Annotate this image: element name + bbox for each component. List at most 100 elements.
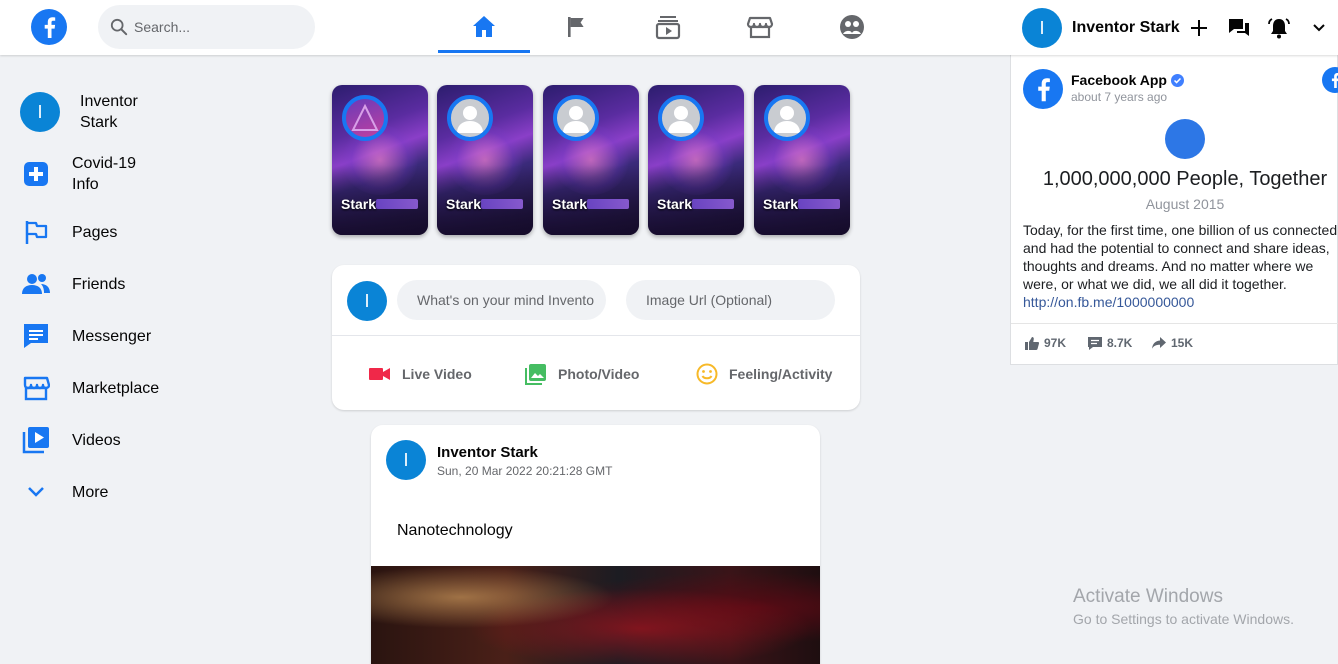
story-card[interactable]: Stark — [543, 85, 639, 235]
user-placeholder-icon — [563, 106, 589, 133]
bell-icon — [1268, 18, 1290, 39]
like-count[interactable]: 97K — [1025, 336, 1066, 350]
sidebar-item-covid-label2: Info — [72, 176, 99, 193]
sidebar-item-covid[interactable]: Covid-19 Info — [20, 153, 136, 195]
like-count-text: 97K — [1044, 336, 1067, 350]
story-avatar — [553, 95, 599, 141]
comment-count-text: 8.7K — [1107, 336, 1133, 350]
comment-count[interactable]: 8.7K — [1088, 336, 1132, 350]
sidebar-item-friends[interactable]: Friends — [20, 268, 125, 300]
chevron-down-icon — [20, 476, 52, 508]
milestone-dot — [1165, 119, 1205, 159]
story-avatar — [447, 95, 493, 141]
share-count-text: 15K — [1171, 336, 1194, 350]
photo-icon — [524, 362, 548, 386]
messenger-icon — [20, 320, 52, 352]
story-card[interactable]: Stark — [332, 85, 428, 235]
smiley-icon — [695, 362, 719, 386]
feeling-activity-label: Feeling/Activity — [729, 366, 833, 382]
story-card[interactable]: Stark — [437, 85, 533, 235]
verified-badge-icon — [1170, 73, 1184, 87]
video-icon — [20, 424, 52, 456]
facebook-logo-icon[interactable] — [1322, 67, 1338, 93]
story-name: Stark — [657, 196, 693, 212]
notifications-button[interactable] — [1265, 14, 1293, 42]
sidebar-item-messenger-label: Messenger — [72, 327, 152, 345]
embedded-body-text: Today, for the first time, one billion o… — [1023, 222, 1338, 292]
sidebar-profile-name-line2: Stark — [80, 114, 118, 131]
search-box[interactable] — [98, 5, 315, 49]
active-tab-indicator — [438, 50, 530, 53]
sidebar-item-marketplace-label: Marketplace — [72, 379, 160, 397]
sidebar-item-covid-label1: Covid-19 — [72, 155, 137, 172]
create-post-card: I Live Video Photo/Video Feeling/Activit… — [332, 265, 860, 410]
sidebar-item-friends-label: Friends — [72, 275, 126, 293]
search-icon — [110, 18, 128, 36]
video-camera-icon — [368, 362, 392, 386]
photo-video-button[interactable]: Photo/Video — [524, 362, 639, 386]
live-video-label: Live Video — [402, 366, 472, 382]
sidebar-item-videos-label: Videos — [72, 431, 121, 449]
story-name: Stark — [341, 196, 377, 212]
chat-icon — [1229, 19, 1249, 36]
watch-icon — [655, 16, 681, 40]
embedded-body: Today, for the first time, one billion o… — [1023, 221, 1338, 311]
post-text-input[interactable] — [397, 280, 606, 320]
account-menu-button[interactable] — [1305, 14, 1333, 42]
sidebar-profile-name: Inventor Stark — [80, 91, 138, 133]
nav-watch-tab[interactable] — [651, 10, 685, 44]
post-text: Nanotechnology — [397, 522, 513, 539]
sidebar-item-more-label: More — [72, 483, 109, 501]
nav-pages-tab[interactable] — [559, 10, 593, 44]
live-video-button[interactable]: Live Video — [368, 362, 472, 386]
nav-home-tab[interactable] — [467, 10, 501, 44]
photo-video-label: Photo/Video — [558, 366, 640, 382]
thumbs-up-icon — [1025, 336, 1039, 350]
nav-groups-tab[interactable] — [835, 10, 869, 44]
facebook-logo-icon[interactable] — [1023, 69, 1063, 109]
embedded-date: August 2015 — [1145, 196, 1225, 212]
sidebar-item-pages[interactable]: Pages — [20, 216, 117, 248]
flag-icon — [568, 17, 584, 37]
embedded-page-name[interactable]: Facebook App — [1071, 72, 1184, 88]
sidebar-item-more[interactable]: More — [20, 476, 108, 508]
image-url-input[interactable] — [626, 280, 835, 320]
sidebar-profile[interactable]: I Inventor Stark — [20, 91, 138, 133]
share-icon — [1152, 337, 1166, 349]
sidebar-item-pages-label: Pages — [72, 223, 118, 241]
right-panel-embedded-post: Facebook App about 7 years ago 1,000,000… — [1010, 55, 1338, 365]
activate-windows-subtitle: Go to Settings to activate Windows. — [1073, 611, 1294, 627]
chevron-down-icon — [1313, 24, 1325, 32]
header-avatar[interactable]: I — [1022, 8, 1062, 48]
feeling-activity-button[interactable]: Feeling/Activity — [695, 362, 832, 386]
create-post-divider — [332, 335, 860, 336]
store-icon — [746, 16, 774, 39]
header-user-name[interactable]: Inventor Stark — [1072, 19, 1180, 37]
embedded-link[interactable]: http://on.fb.me/1000000000 — [1023, 294, 1194, 310]
share-count[interactable]: 15K — [1152, 336, 1193, 350]
facebook-logo-icon[interactable] — [31, 9, 67, 45]
post-image[interactable] — [371, 566, 820, 664]
post-author-name[interactable]: Inventor Stark — [437, 444, 538, 461]
story-avatar — [658, 95, 704, 141]
flag-icon — [20, 216, 52, 248]
plus-square-icon — [20, 158, 52, 190]
sidebar-item-videos[interactable]: Videos — [20, 424, 121, 456]
nav-marketplace-tab[interactable] — [743, 10, 777, 44]
story-card[interactable]: Stark — [648, 85, 744, 235]
post-timestamp: Sun, 20 Mar 2022 20:21:28 GMT — [437, 464, 613, 478]
search-input[interactable] — [134, 19, 304, 35]
sidebar-item-messenger[interactable]: Messenger — [20, 320, 151, 352]
sidebar-item-marketplace[interactable]: Marketplace — [20, 372, 159, 404]
embedded-post-time[interactable]: about 7 years ago — [1071, 90, 1167, 104]
post-author-avatar[interactable]: I — [386, 440, 426, 480]
user-placeholder-icon — [668, 106, 694, 133]
user-placeholder-icon — [457, 106, 483, 133]
user-placeholder-icon — [774, 106, 800, 133]
embedded-page-name-text: Facebook App — [1071, 72, 1167, 88]
story-card[interactable]: Stark — [754, 85, 850, 235]
messenger-button[interactable] — [1225, 14, 1253, 42]
plus-icon — [1191, 20, 1207, 36]
groups-icon — [840, 15, 864, 39]
create-button[interactable] — [1185, 14, 1213, 42]
